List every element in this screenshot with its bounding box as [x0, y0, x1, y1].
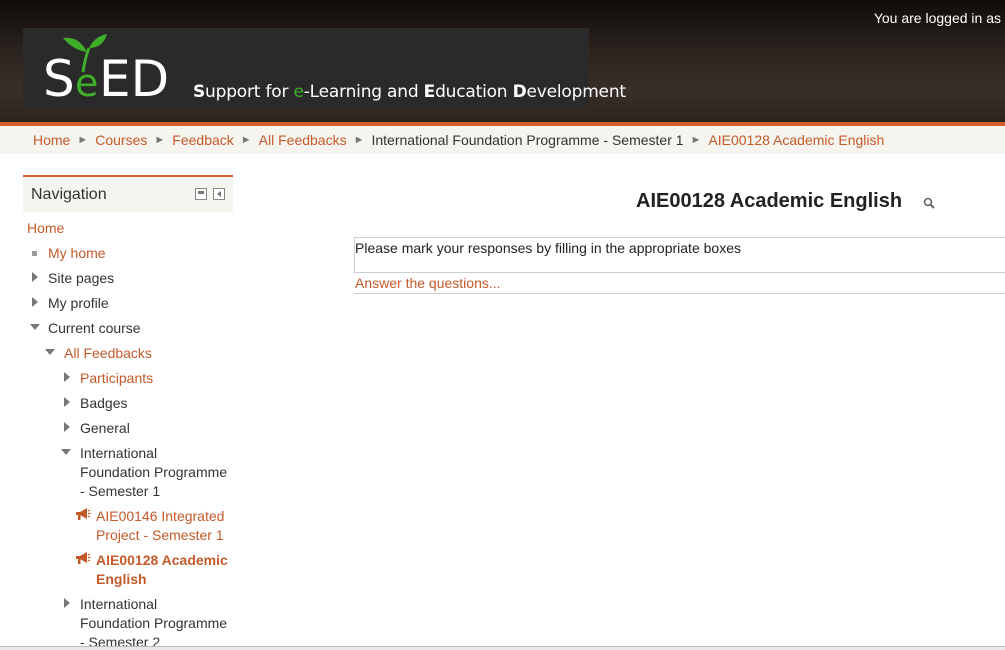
nav-my-profile[interactable]: My profile — [48, 294, 109, 313]
page-title: AIE00128 Academic English — [636, 190, 903, 212]
tagline-part: e — [293, 82, 304, 102]
nav-aie00128-line1[interactable]: AIE00128 Academic — [96, 551, 228, 570]
tagline-part: upport for — [205, 82, 294, 102]
navigation-title: Navigation — [31, 186, 107, 203]
breadcrumb-separator-icon: ► — [77, 134, 89, 146]
logo-tagline: Support for e-Learning and Education Dev… — [193, 82, 626, 102]
nav-my-home[interactable]: My home — [48, 244, 106, 263]
nav-aie00146-line2[interactable]: Project - Semester 1 — [96, 526, 224, 545]
nav-ifp-semester-1-line2[interactable]: Foundation Programme — [80, 463, 227, 482]
site-logo[interactable]: S e ED Support for e-Learning and Educat… — [23, 28, 626, 106]
svg-text:S: S — [43, 50, 75, 106]
nav-ifp-semester-1-line3[interactable]: - Semester 1 — [80, 482, 160, 501]
collapse-down-icon[interactable] — [45, 349, 55, 355]
expand-right-icon[interactable] — [32, 272, 38, 282]
breadcrumb: Home ► Courses ► Feedback ► All Feedbacks ► Inte… — [0, 126, 1005, 154]
breadcrumb-separator-icon: ► — [353, 134, 365, 146]
collapse-down-icon[interactable] — [30, 324, 40, 330]
expand-right-icon[interactable] — [32, 297, 38, 307]
search-icon[interactable] — [923, 197, 935, 209]
tagline-part: ducation — [435, 82, 513, 102]
feedback-megaphone-icon — [76, 508, 91, 520]
navigation-block: Navigation Home My home Site pages My pr… — [23, 175, 233, 650]
page-header: You are logged in as S e ED Support for … — [0, 0, 1005, 122]
feedback-megaphone-icon — [76, 552, 91, 564]
nav-all-feedbacks[interactable]: All Feedbacks — [64, 344, 152, 363]
collapse-down-icon[interactable] — [61, 449, 71, 455]
breadcrumb-item[interactable]: Courses — [95, 132, 147, 148]
dock-block-icon[interactable] — [213, 188, 225, 200]
expand-right-icon[interactable] — [64, 598, 70, 608]
minimize-block-icon[interactable] — [195, 188, 207, 200]
nav-participants[interactable]: Participants — [80, 369, 153, 388]
breadcrumb-separator-icon: ► — [690, 134, 702, 146]
nav-aie00146-line1[interactable]: AIE00146 Integrated — [96, 507, 224, 526]
breadcrumb-separator-icon: ► — [240, 134, 252, 146]
tagline-part: -Learning and — [303, 82, 424, 102]
breadcrumb-item: International Foundation Programme - Sem… — [371, 132, 684, 148]
nav-ifp-semester-2-line1[interactable]: International — [80, 595, 157, 614]
nav-ifp-semester-1-line1[interactable]: International — [80, 444, 157, 463]
nav-home[interactable]: Home — [27, 219, 64, 238]
bullet-icon — [32, 251, 37, 256]
breadcrumb-item[interactable]: AIE00128 Academic English — [708, 132, 884, 148]
answer-questions-link[interactable]: Answer the questions... — [355, 275, 501, 291]
horizontal-scrollbar[interactable] — [0, 646, 1005, 650]
tagline-part: E — [423, 82, 436, 102]
svg-text:e: e — [75, 61, 98, 105]
breadcrumb-item[interactable]: All Feedbacks — [259, 132, 347, 148]
expand-right-icon[interactable] — [64, 397, 70, 407]
nav-badges[interactable]: Badges — [80, 394, 127, 413]
feedback-intro-box: Please mark your responses by filling in… — [354, 237, 1005, 273]
nav-ifp-semester-2-line2[interactable]: Foundation Programme — [80, 614, 227, 633]
sprout-leaf-right-icon — [89, 34, 107, 48]
tagline-part: D — [512, 82, 527, 102]
answer-row: Answer the questions... — [354, 272, 1005, 294]
login-info: You are logged in as — [873, 10, 1001, 26]
breadcrumb-item[interactable]: Home — [33, 132, 70, 148]
nav-general[interactable]: General — [80, 419, 130, 438]
tagline-part: S — [193, 82, 206, 102]
nav-site-pages[interactable]: Site pages — [48, 269, 114, 288]
tagline-part: evelopment — [526, 82, 627, 102]
expand-right-icon[interactable] — [64, 372, 70, 382]
navigation-header: Navigation — [23, 175, 233, 212]
svg-text:ED: ED — [99, 50, 169, 106]
breadcrumb-item[interactable]: Feedback — [172, 132, 233, 148]
seed-logo-graphic: S e ED — [43, 34, 169, 106]
nav-current-course[interactable]: Current course — [48, 319, 141, 338]
breadcrumb-separator-icon: ► — [154, 134, 166, 146]
expand-right-icon[interactable] — [64, 422, 70, 432]
nav-aie00128-line2[interactable]: English — [96, 570, 147, 589]
feedback-intro-text: Please mark your responses by filling in… — [355, 240, 741, 256]
